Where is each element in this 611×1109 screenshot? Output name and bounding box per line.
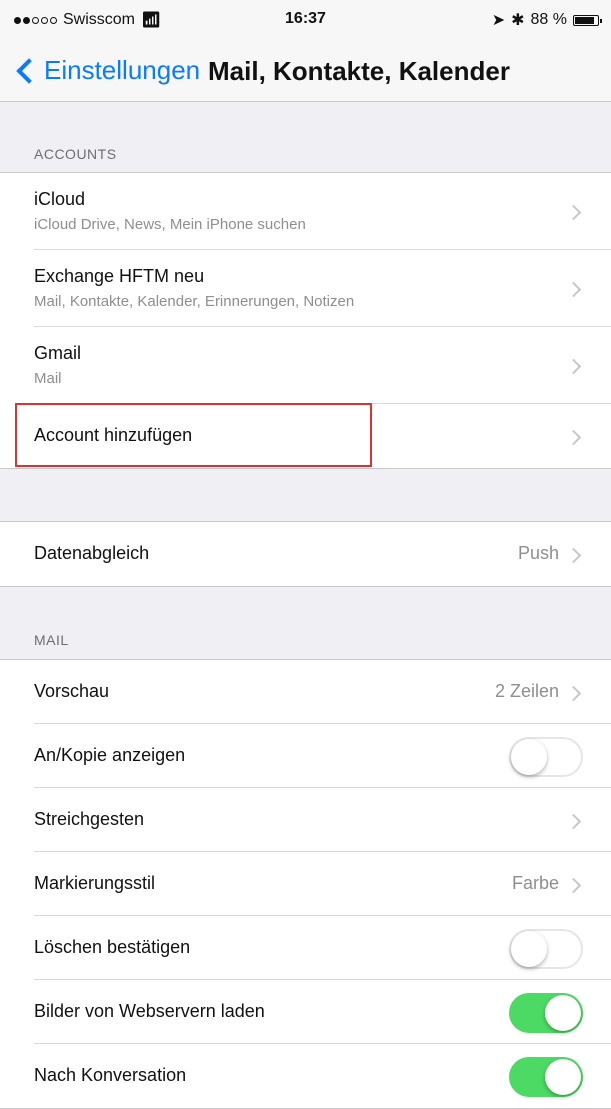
account-subtitle: Mail xyxy=(34,370,62,387)
show-to-cc-row: An/Kopie anzeigen xyxy=(0,724,611,788)
chevron-right-icon xyxy=(565,685,582,702)
fetch-group: Datenabgleich Push xyxy=(0,521,611,587)
preview-label: Vorschau xyxy=(34,681,110,701)
swipe-options-row[interactable]: Streichgesten xyxy=(0,788,611,852)
fetch-row[interactable]: Datenabgleich Push xyxy=(0,522,611,586)
organize-by-thread-label: Nach Konversation xyxy=(34,1065,187,1085)
show-to-cc-label: An/Kopie anzeigen xyxy=(34,745,186,765)
show-to-cc-toggle[interactable] xyxy=(509,737,583,777)
chevron-right-icon xyxy=(565,281,582,298)
chevron-right-icon xyxy=(565,547,582,564)
preview-row[interactable]: Vorschau 2 Zeilen xyxy=(0,660,611,724)
account-row-icloud[interactable]: iCloud iCloud Drive, News, Mein iPhone s… xyxy=(0,173,611,250)
preview-value: 2 Zeilen xyxy=(494,681,559,701)
status-bar: Swisscom 📶︎ 16:37 ➤ ✱ 88 % xyxy=(0,0,611,40)
chevron-right-icon xyxy=(565,877,582,894)
section-header-accounts: ACCOUNTS xyxy=(34,146,117,162)
toggle-knob xyxy=(511,931,547,967)
ask-before-deleting-toggle[interactable] xyxy=(509,929,583,969)
flag-style-row[interactable]: Markierungsstil Farbe xyxy=(0,852,611,916)
back-button[interactable]: Einstellungen xyxy=(14,55,200,86)
flag-style-label: Markierungsstil xyxy=(34,873,156,893)
fetch-value: Push xyxy=(517,543,559,563)
add-account-row[interactable]: Account hinzufügen xyxy=(0,404,611,468)
battery-percent: 88 % xyxy=(530,11,567,28)
organize-by-thread-toggle[interactable] xyxy=(509,1057,583,1097)
add-account-label: Account hinzufügen xyxy=(34,425,193,445)
load-remote-images-row: Bilder von Webservern laden xyxy=(0,980,611,1044)
swipe-options-label: Streichgesten xyxy=(34,809,145,829)
navigation-bar: Einstellungen Mail, Kontakte, Kalender xyxy=(0,40,611,102)
status-right: ➤ ✱ 88 % xyxy=(491,10,602,30)
location-arrow-icon: ➤ xyxy=(491,12,506,29)
toggle-knob xyxy=(545,1059,581,1095)
fetch-label: Datenabgleich xyxy=(34,543,150,563)
bluetooth-icon: ✱ xyxy=(511,12,525,29)
account-title: iCloud xyxy=(34,189,86,209)
account-row-gmail[interactable]: Gmail Mail xyxy=(0,327,611,404)
chevron-right-icon xyxy=(565,429,582,446)
load-remote-images-toggle[interactable] xyxy=(509,993,583,1033)
back-button-label: Einstellungen xyxy=(44,55,201,85)
accounts-group: iCloud iCloud Drive, News, Mein iPhone s… xyxy=(0,172,611,469)
account-row-exchange[interactable]: Exchange HFTM neu Mail, Kontakte, Kalend… xyxy=(0,250,611,327)
mail-group: Vorschau 2 Zeilen An/Kopie anzeigen Stre… xyxy=(0,659,611,1109)
load-remote-images-label: Bilder von Webservern laden xyxy=(34,1001,265,1021)
battery-icon xyxy=(573,14,602,26)
account-subtitle: iCloud Drive, News, Mein iPhone suchen xyxy=(34,216,306,233)
toggle-knob xyxy=(511,739,547,775)
account-subtitle: Mail, Kontakte, Kalender, Erinnerungen, … xyxy=(34,293,355,310)
account-title: Gmail xyxy=(34,343,82,363)
organize-by-thread-row: Nach Konversation xyxy=(0,1044,611,1108)
page-title: Mail, Kontakte, Kalender xyxy=(208,56,510,86)
flag-style-value: Farbe xyxy=(511,873,559,893)
ask-before-deleting-row: Löschen bestätigen xyxy=(0,916,611,980)
section-header-mail: MAIL xyxy=(34,632,69,648)
account-title: Exchange HFTM neu xyxy=(34,266,205,286)
toggle-knob xyxy=(545,995,581,1031)
battery-level xyxy=(575,16,594,24)
chevron-right-icon xyxy=(565,358,582,375)
chevron-right-icon xyxy=(565,204,582,221)
chevron-right-icon xyxy=(565,813,582,830)
chevron-left-icon xyxy=(16,57,42,84)
ask-before-deleting-label: Löschen bestätigen xyxy=(34,937,191,957)
